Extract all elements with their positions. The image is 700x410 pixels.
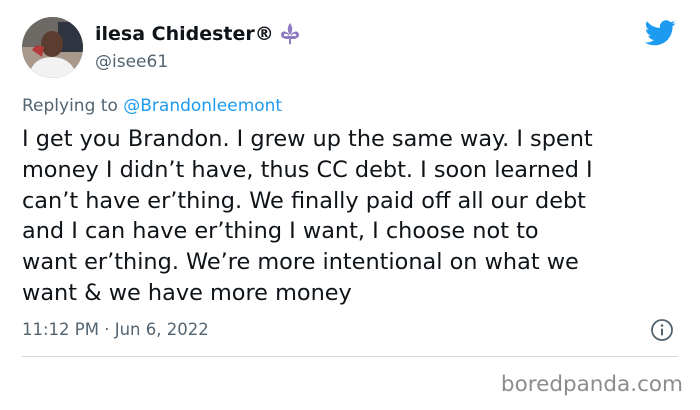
replying-to-label: Replying to	[22, 96, 118, 116]
tweet-text-line: and I can have er’thing I want, I choose…	[22, 218, 539, 245]
tweet-text: I get you Brandon. I grew up the same wa…	[22, 124, 686, 309]
fleur-de-lis-icon	[279, 22, 301, 46]
tweet-text-line: can’t have er’thing. We finally paid off…	[22, 187, 586, 214]
avatar-image	[22, 17, 83, 78]
display-name[interactable]: ilesa Chidester®	[95, 23, 274, 45]
tweet-text-line: want er’thing. We’re more intentional on…	[22, 249, 579, 276]
replying-to: Replying to @Brandonleemont	[22, 96, 282, 116]
divider	[22, 356, 678, 357]
avatar[interactable]	[22, 17, 83, 78]
tweet-timestamp[interactable]: 11:12 PM · Jun 6, 2022	[22, 320, 209, 339]
tweet-text-line: want & we have more money	[22, 279, 352, 306]
reply-mention-link[interactable]: @Brandonleemont	[123, 96, 282, 116]
author-name-row: ilesa Chidester®	[95, 20, 301, 48]
info-icon[interactable]	[650, 318, 674, 342]
author-handle[interactable]: @isee61	[95, 52, 168, 72]
twitter-bird-icon[interactable]	[644, 20, 676, 46]
tweet-text-line: money I didn’t have, thus CC debt. I soo…	[22, 156, 593, 183]
tweet-text-line: I get you Brandon. I grew up the same wa…	[22, 126, 593, 152]
watermark: boredpanda.com	[500, 372, 683, 397]
